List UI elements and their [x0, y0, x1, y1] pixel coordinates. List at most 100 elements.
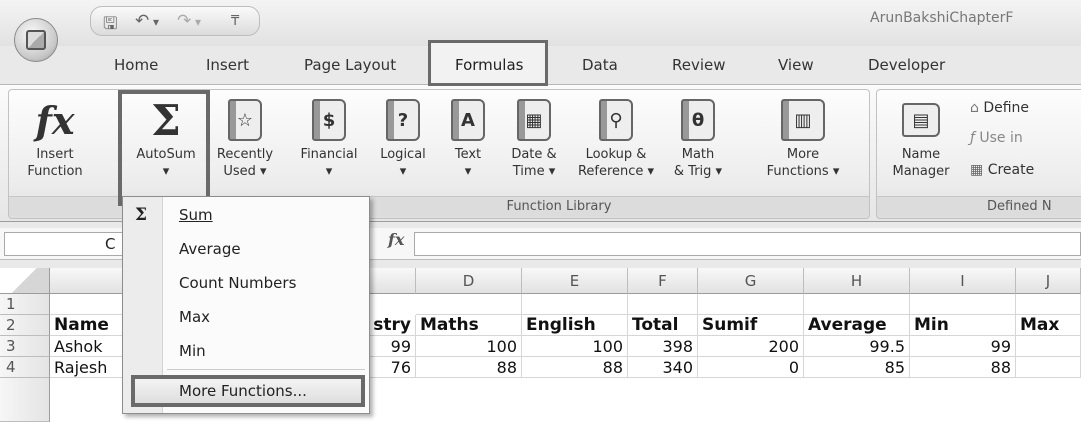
insert-function-label-1: Insert: [36, 147, 74, 162]
calendar-book-icon: ▦: [517, 99, 551, 141]
cell-header-sumif[interactable]: Sumif: [698, 315, 804, 336]
select-all-corner[interactable]: [0, 268, 50, 294]
cell[interactable]: [1016, 294, 1081, 315]
cell[interactable]: [628, 294, 698, 315]
col-header-f[interactable]: F: [628, 268, 698, 294]
col-header-e[interactable]: E: [522, 268, 628, 294]
cell-value[interactable]: 88: [910, 357, 1016, 378]
menu-item-max[interactable]: Max: [123, 301, 369, 333]
tab-review[interactable]: Review: [672, 56, 726, 74]
autosum-dropdown-menu: Σ Sum Average Count Numbers Max Min More…: [122, 196, 370, 414]
row-header-blank: [0, 378, 50, 422]
col-header-g[interactable]: G: [698, 268, 804, 294]
magnifier-book-icon: ⚲: [599, 99, 633, 141]
autosum-label: AutoSum: [136, 147, 196, 162]
define-name-label: Define: [983, 100, 1030, 116]
col-header-i[interactable]: I: [910, 268, 1016, 294]
cell-value[interactable]: 88: [522, 357, 628, 378]
autosum-button[interactable]: Σ AutoSum ▾: [123, 94, 209, 180]
cell-value[interactable]: 200: [698, 336, 804, 357]
cell-value[interactable]: 100: [522, 336, 628, 357]
cell[interactable]: [1016, 336, 1081, 357]
office-button[interactable]: [14, 18, 58, 62]
lookup-reference-button[interactable]: ⚲ Lookup & Reference ▾: [573, 94, 659, 180]
cell-header-max[interactable]: Max: [1016, 315, 1081, 336]
redo-icon[interactable]: ↷: [177, 11, 191, 31]
insert-function-label-2: Function: [27, 164, 83, 179]
date-time-button[interactable]: ▦ Date & Time ▾: [503, 94, 565, 180]
recently-used-button[interactable]: ☆ Recently Used ▾: [207, 94, 283, 180]
cell[interactable]: [522, 294, 628, 315]
menu-item-sum[interactable]: Σ Sum: [123, 199, 369, 231]
row-header-3[interactable]: 3: [0, 336, 50, 357]
tab-formulas[interactable]: Formulas: [428, 40, 548, 86]
cell-value[interactable]: 398: [628, 336, 698, 357]
cell[interactable]: [910, 294, 1016, 315]
use-in-formula-button[interactable]: ƒ Use in: [970, 130, 1023, 146]
card-file-icon: ▤: [902, 103, 940, 137]
more-functions-button[interactable]: ▥ More Functions ▾: [753, 94, 853, 180]
row-header-1[interactable]: 1: [0, 294, 50, 315]
cell-value[interactable]: 88: [416, 357, 522, 378]
cell-header-english[interactable]: English: [522, 315, 628, 336]
cell-header-maths[interactable]: Maths: [416, 315, 522, 336]
fx-small-icon: ƒ: [970, 130, 980, 146]
tab-view[interactable]: View: [778, 56, 814, 74]
cell[interactable]: [804, 294, 910, 315]
tab-insert[interactable]: Insert: [206, 56, 249, 74]
text-button[interactable]: A Text ▾: [445, 94, 491, 180]
define-name-button[interactable]: ⌂ Define: [970, 100, 1029, 116]
cell[interactable]: [1016, 357, 1081, 378]
col-header-d[interactable]: D: [416, 268, 522, 294]
defined-names-label: Defined N: [877, 196, 1081, 216]
formula-input[interactable]: [414, 232, 1081, 256]
save-icon[interactable]: 🖫: [103, 11, 117, 40]
create-from-selection-button[interactable]: ▦ Create: [970, 162, 1034, 178]
undo-dropdown-icon[interactable]: ▾: [153, 15, 159, 29]
sigma-icon: Σ: [135, 205, 148, 225]
sigma-icon: Σ: [151, 95, 181, 145]
menu-item-max-label: Max: [179, 308, 211, 326]
menu-separator: [167, 369, 365, 370]
chevron-down-icon: ▾: [399, 164, 407, 179]
math-label-2: & Trig ▾: [673, 164, 723, 179]
redo-dropdown-icon[interactable]: ▾: [195, 15, 201, 29]
cell-value[interactable]: 99.5: [804, 336, 910, 357]
cell-value[interactable]: 340: [628, 357, 698, 378]
cell[interactable]: [698, 294, 804, 315]
col-header-j[interactable]: J: [1016, 268, 1081, 294]
insert-function-button[interactable]: fx Insert Function: [15, 94, 95, 180]
name-manager-label-1: Name: [901, 147, 941, 162]
cell-value[interactable]: 0: [698, 357, 804, 378]
menu-item-average[interactable]: Average: [123, 233, 369, 265]
row-header-4[interactable]: 4: [0, 357, 50, 378]
row-header-2[interactable]: 2: [0, 315, 50, 336]
cell[interactable]: [416, 294, 522, 315]
insert-function-fx-icon[interactable]: fx: [388, 230, 404, 249]
money-book-icon: $: [312, 99, 346, 141]
cell-header-total[interactable]: Total: [628, 315, 698, 336]
cell-header-min[interactable]: Min: [910, 315, 1016, 336]
name-manager-button[interactable]: ▤ Name Manager: [887, 94, 955, 180]
menu-item-count-numbers[interactable]: Count Numbers: [123, 267, 369, 299]
customize-icon[interactable]: ₸: [231, 14, 239, 29]
menu-item-more-functions[interactable]: More Functions...: [131, 375, 365, 407]
logical-button[interactable]: ? Logical ▾: [373, 94, 433, 180]
cell-value[interactable]: 100: [416, 336, 522, 357]
col-header-h[interactable]: H: [804, 268, 910, 294]
cell-value[interactable]: 85: [804, 357, 910, 378]
tab-home[interactable]: Home: [114, 56, 158, 74]
math-trig-button[interactable]: θ Math & Trig ▾: [663, 94, 733, 180]
cell-header-average[interactable]: Average: [804, 315, 910, 336]
star-book-icon: ☆: [228, 99, 262, 141]
lookup-label-2: Reference ▾: [577, 164, 655, 179]
cell-value[interactable]: 99: [910, 336, 1016, 357]
financial-button[interactable]: $ Financial ▾: [289, 94, 369, 180]
tab-page-layout[interactable]: Page Layout: [304, 56, 396, 74]
undo-icon[interactable]: ↶: [135, 11, 149, 31]
tab-data[interactable]: Data: [582, 56, 618, 74]
tab-developer[interactable]: Developer: [868, 56, 945, 74]
menu-item-min[interactable]: Min: [123, 335, 369, 367]
date-time-label-2: Time ▾: [512, 164, 556, 179]
logical-label: Logical: [380, 147, 426, 162]
